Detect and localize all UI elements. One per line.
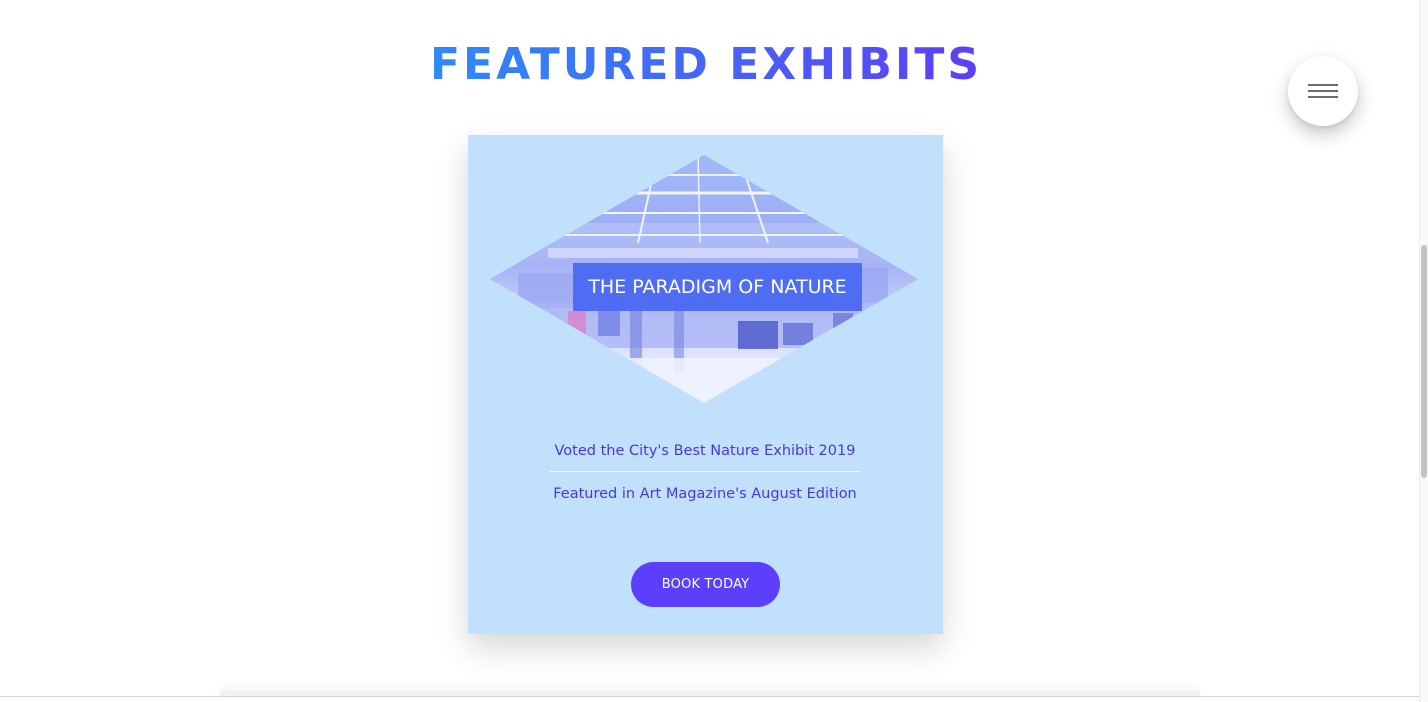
section-title: FEATURED EXHIBITS xyxy=(0,36,1412,94)
page: FEATURED EXHIBITS NE THE PARADIGM OF NAT… xyxy=(0,0,1428,702)
exhibit-card: NE THE PARADIGM OF NATURE Voted the City… xyxy=(468,135,943,634)
feature-divider xyxy=(550,471,860,472)
exhibit-image: NE THE PARADIGM OF NATURE xyxy=(488,153,920,405)
book-today-button[interactable]: BOOK TODAY xyxy=(631,562,780,607)
exhibit-title: THE PARADIGM OF NATURE xyxy=(573,263,862,311)
page-divider xyxy=(0,696,1420,697)
feature-award: Voted the City's Best Nature Exhibit 201… xyxy=(554,443,856,459)
scrollbar-thumb[interactable] xyxy=(1421,245,1427,478)
menu-button[interactable] xyxy=(1288,56,1358,126)
section-title-text: FEATURED EXHIBITS xyxy=(429,39,983,90)
menu-icon-bar xyxy=(1308,96,1338,98)
svg-text:NE: NE xyxy=(576,338,600,357)
menu-icon-bar xyxy=(1308,84,1338,86)
feature-press: Featured in Art Magazine's August Editio… xyxy=(553,486,857,502)
menu-icon-bar xyxy=(1308,90,1338,92)
